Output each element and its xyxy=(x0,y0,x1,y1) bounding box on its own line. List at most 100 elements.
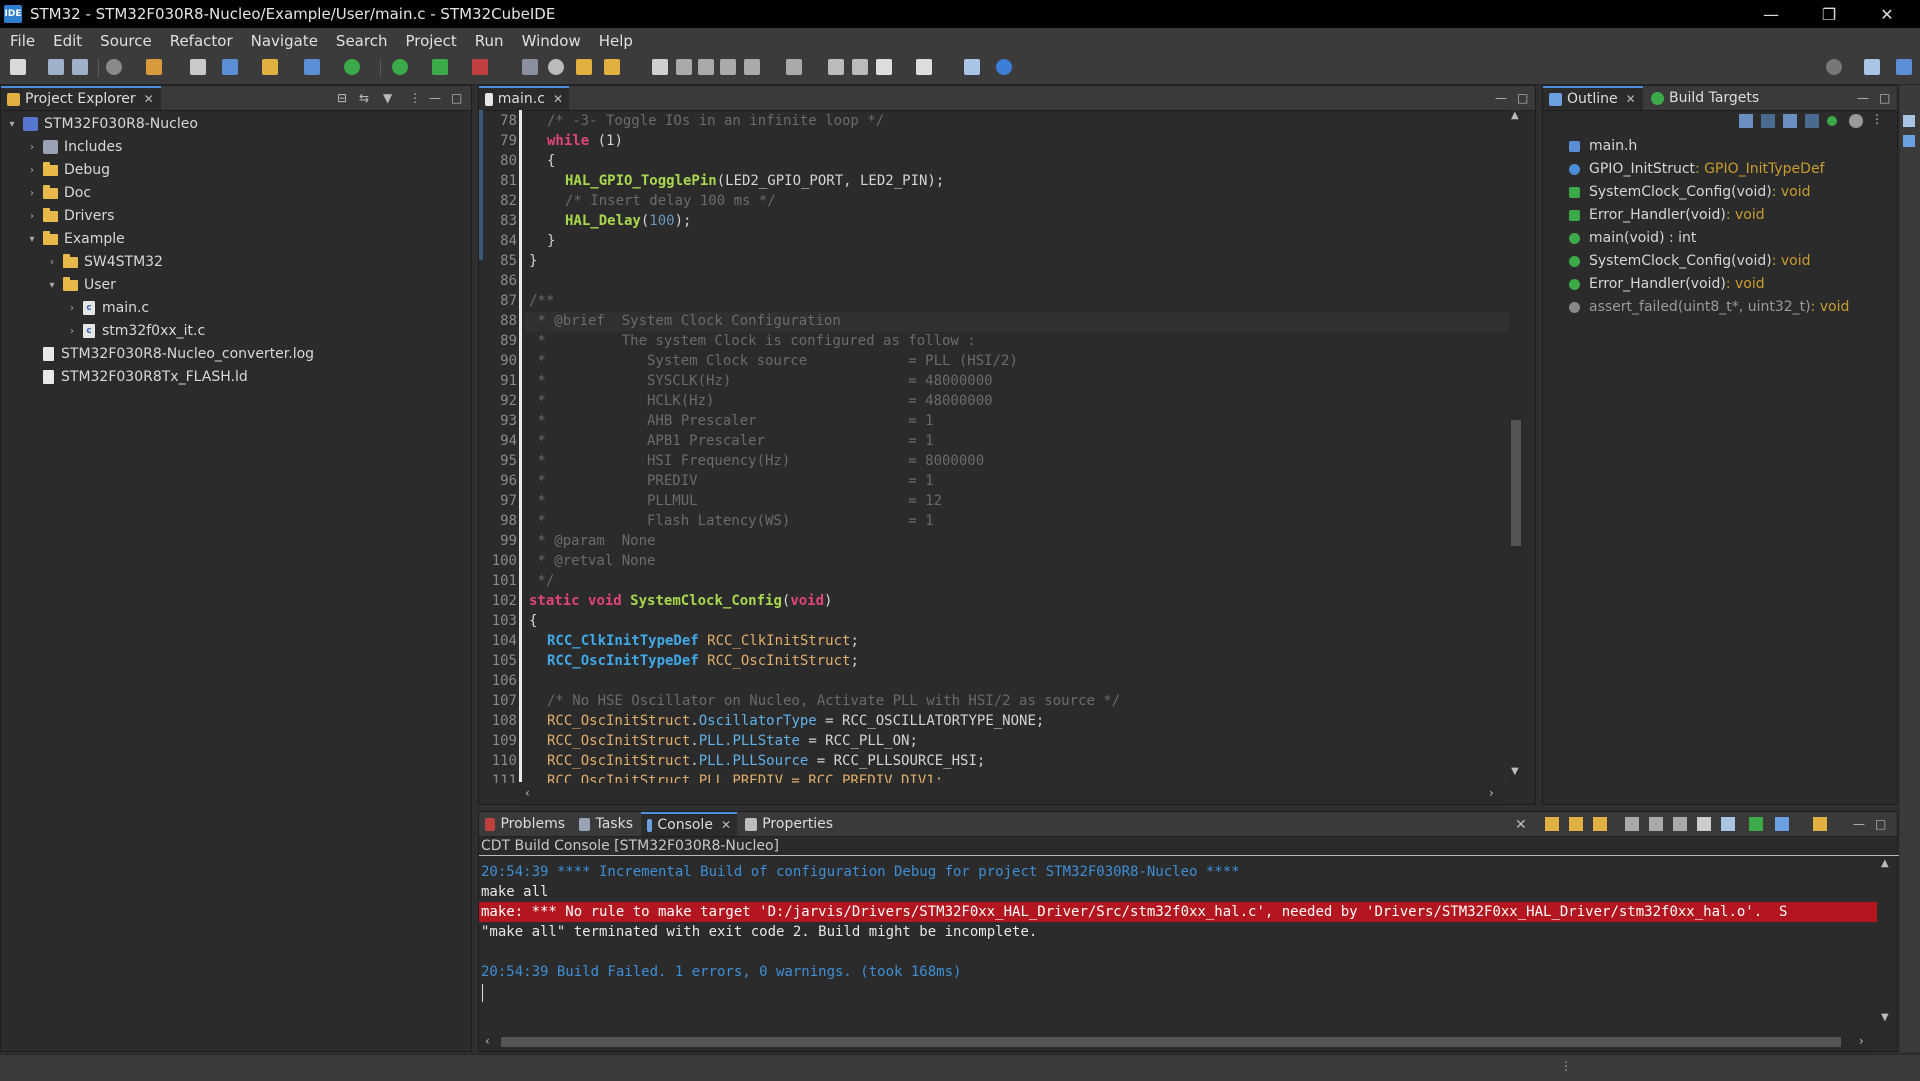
copy-build-log-icon[interactable] xyxy=(1625,817,1639,831)
tree-item-converter-log[interactable]: STM32F030R8-Nucleo_converter.log xyxy=(25,343,314,365)
console-scroll-thumb[interactable] xyxy=(501,1037,1841,1047)
back-arrow-icon[interactable] xyxy=(876,59,892,75)
menu-help[interactable]: Help xyxy=(599,32,633,50)
console-vertical-scrollbar[interactable]: ▲ ▼ xyxy=(1879,858,1893,1028)
tab-console[interactable]: Console ✕ xyxy=(641,812,737,836)
outline-item[interactable]: SystemClock_Config(void) : void xyxy=(1569,250,1811,272)
close-tab-icon[interactable]: ✕ xyxy=(1626,92,1636,106)
search-box-icon[interactable] xyxy=(522,59,538,75)
scroll-up-icon[interactable]: ▲ xyxy=(1881,858,1889,869)
forward-arrow-icon[interactable] xyxy=(916,59,932,75)
link-editor-icon[interactable]: ⇆ xyxy=(359,91,369,105)
hide-fields-icon[interactable] xyxy=(1783,114,1797,128)
minimize-button[interactable]: — xyxy=(1742,0,1800,28)
open-perspective-icon[interactable] xyxy=(964,59,980,75)
view-menu-icon[interactable]: ⋮ xyxy=(409,91,421,105)
clear-console-icon[interactable]: ✕ xyxy=(1515,817,1527,833)
outline-item[interactable]: main.h xyxy=(1569,135,1637,157)
minimize-view-icon[interactable]: — xyxy=(429,91,441,105)
close-tab-icon[interactable]: ✕ xyxy=(144,92,154,106)
minimize-console-icon[interactable]: — xyxy=(1853,817,1865,831)
new-console-icon[interactable] xyxy=(1775,817,1789,831)
outline-item[interactable]: Error_Handler(void) : void xyxy=(1569,273,1765,295)
outline-trim-icon[interactable] xyxy=(1903,135,1915,147)
maximize-outline-icon[interactable]: □ xyxy=(1879,91,1890,105)
prev-annotation-icon[interactable] xyxy=(786,59,802,75)
perspective-icon[interactable] xyxy=(1864,59,1880,75)
outline-item[interactable]: assert_failed(uint8_t*, uint32_t) : void xyxy=(1569,296,1849,318)
minimize-outline-icon[interactable]: — xyxy=(1857,91,1869,105)
tree-item-main-c[interactable]: › c main.c xyxy=(65,297,149,319)
menu-project[interactable]: Project xyxy=(405,32,456,50)
view-menu-icon[interactable]: ⋮ xyxy=(1871,112,1883,126)
tree-item-flash-ld[interactable]: STM32F030R8Tx_FLASH.ld xyxy=(25,366,248,388)
editor-scroll-thumb[interactable] xyxy=(1511,420,1521,546)
open-folder-icon[interactable] xyxy=(262,59,278,75)
info-icon[interactable] xyxy=(996,59,1012,75)
hide-static-icon[interactable] xyxy=(1805,114,1819,128)
open-type-icon[interactable] xyxy=(576,59,592,75)
new-project-icon[interactable] xyxy=(222,59,238,75)
outline-item[interactable]: Error_Handler(void) : void xyxy=(1569,204,1765,226)
console-horizontal-scrollbar[interactable]: ‹ › xyxy=(479,1034,1877,1050)
block-select-icon[interactable] xyxy=(698,59,714,75)
restore-button[interactable]: ❐ xyxy=(1800,0,1858,28)
tree-item-debug[interactable]: › Debug xyxy=(25,159,110,181)
scroll-left-icon[interactable]: ‹ xyxy=(525,786,530,800)
cube-perspective-icon[interactable] xyxy=(1896,59,1912,75)
menu-navigate[interactable]: Navigate xyxy=(251,32,318,50)
scroll-down-icon[interactable]: ▼ xyxy=(1511,766,1519,777)
outline-item[interactable]: main(void) : int xyxy=(1569,227,1696,249)
tree-item-drivers[interactable]: › Drivers xyxy=(25,205,114,227)
search-icon[interactable] xyxy=(1826,59,1842,75)
refresh-icon[interactable] xyxy=(344,59,360,75)
toggle-mark-icon[interactable] xyxy=(676,59,692,75)
tab-properties[interactable]: Properties xyxy=(739,812,839,836)
menu-source[interactable]: Source xyxy=(100,32,152,50)
tab-tasks[interactable]: Tasks xyxy=(573,812,639,836)
scroll-right-icon[interactable]: › xyxy=(1489,786,1494,800)
tree-item-example[interactable]: ▾ Example xyxy=(25,228,125,250)
save-all-icon[interactable] xyxy=(72,59,88,75)
minimize-editor-icon[interactable]: — xyxy=(1495,91,1507,105)
tab-project-explorer[interactable]: Project Explorer ✕ xyxy=(1,86,161,110)
close-tab-icon[interactable]: ✕ xyxy=(721,818,731,832)
tree-item-includes[interactable]: › Includes xyxy=(25,136,122,158)
scroll-right-icon[interactable]: › xyxy=(1859,1034,1864,1048)
hide-nonpublic-icon[interactable] xyxy=(1827,116,1837,126)
menu-refactor[interactable]: Refactor xyxy=(170,32,233,50)
close-button[interactable]: ✕ xyxy=(1858,0,1916,28)
menu-run[interactable]: Run xyxy=(475,32,504,50)
next-annotation-icon[interactable] xyxy=(744,59,760,75)
display-console-icon[interactable] xyxy=(1721,817,1735,831)
close-tab-icon[interactable]: ✕ xyxy=(553,92,563,106)
scroll-left-icon[interactable]: ‹ xyxy=(485,1034,490,1048)
last-edit-icon[interactable] xyxy=(828,59,844,75)
whitespace-icon[interactable] xyxy=(720,59,736,75)
maximize-editor-icon[interactable]: □ xyxy=(1517,91,1528,105)
menu-search[interactable]: Search xyxy=(336,32,388,50)
gear-icon[interactable] xyxy=(548,59,564,75)
tab-outline[interactable]: Outline ✕ xyxy=(1543,86,1643,110)
settings-icon[interactable] xyxy=(106,59,122,75)
collapse-all-icon[interactable]: ⊟ xyxy=(337,91,347,105)
maximize-view-icon[interactable]: □ xyxy=(451,91,462,105)
collapse-all-icon[interactable] xyxy=(1739,114,1753,128)
restore-view-icon[interactable] xyxy=(1903,115,1915,127)
tree-item-user[interactable]: ▾ User xyxy=(45,274,116,296)
tab-build-targets[interactable]: Build Targets xyxy=(1645,86,1775,110)
run-icon[interactable] xyxy=(432,59,448,75)
scroll-down-icon[interactable]: ▼ xyxy=(1881,1012,1889,1023)
tree-item-stm32f0xx-it-c[interactable]: › c stm32f0xx_it.c xyxy=(65,320,205,342)
open-folder-icon[interactable] xyxy=(1813,817,1827,831)
forward-edit-icon[interactable] xyxy=(852,59,868,75)
filter-icon[interactable]: ▼ xyxy=(383,91,392,105)
save-log-icon[interactable] xyxy=(1697,817,1711,831)
tree-item-doc[interactable]: › Doc xyxy=(25,182,91,204)
group-icon[interactable] xyxy=(1849,114,1863,128)
open-console-icon[interactable] xyxy=(1749,817,1763,831)
menu-edit[interactable]: Edit xyxy=(53,32,82,50)
maximize-console-icon[interactable]: □ xyxy=(1875,817,1886,831)
tree-item-project[interactable]: ▾ STM32F030R8-Nucleo xyxy=(5,113,197,135)
external-tools-icon[interactable] xyxy=(472,59,488,75)
